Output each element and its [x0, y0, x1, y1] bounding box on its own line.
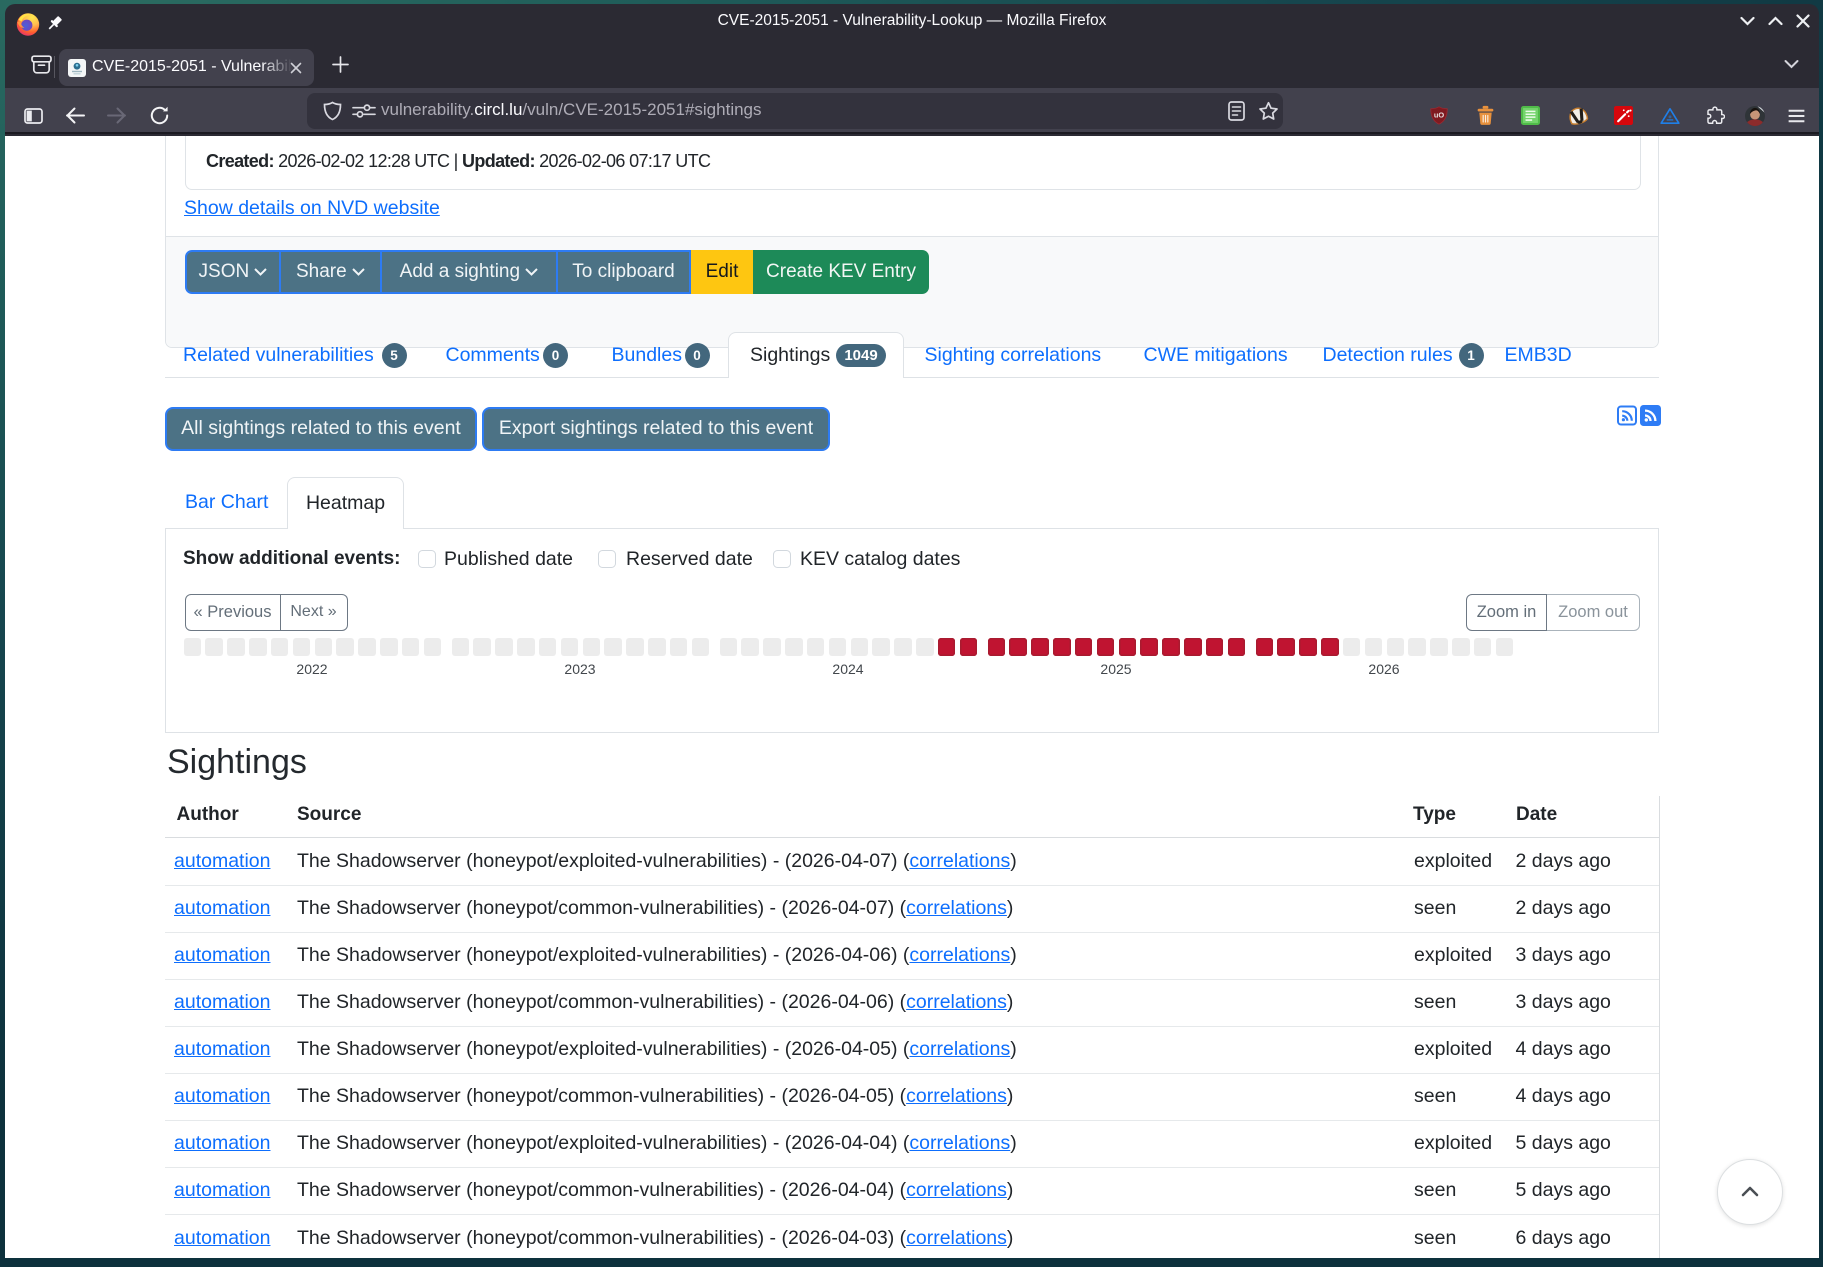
svg-text:uO: uO [1434, 110, 1445, 119]
